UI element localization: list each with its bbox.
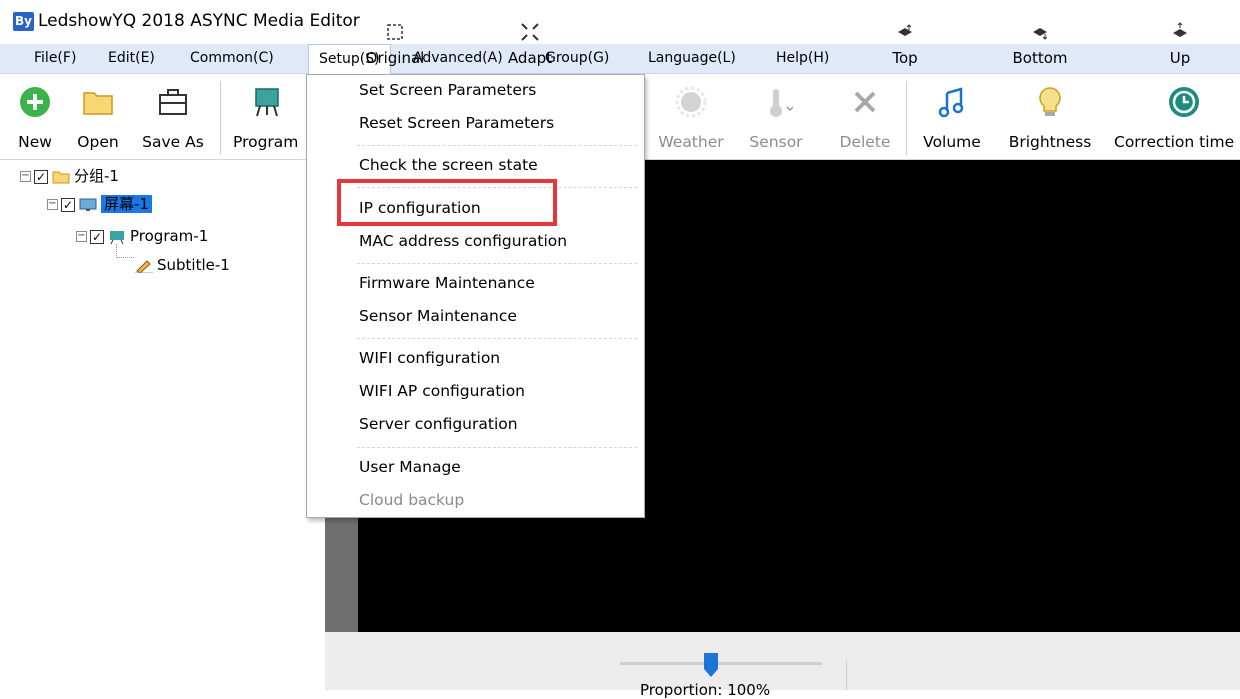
menu-item-mac-address-configuration[interactable]: MAC address configuration [359,232,567,250]
tree-node-label: 屏幕-1 [101,195,152,213]
menu-item-wifi-ap-configuration[interactable]: WIFI AP configuration [359,382,525,400]
menu-item-check-screen-state[interactable]: Check the screen state [359,156,538,174]
menu-help[interactable]: Help(H) [776,44,829,74]
menu-separator [357,145,637,146]
tree-node-label: Subtitle-1 [157,256,230,274]
layer-top-icon [898,24,912,36]
layer-up-icon [1173,22,1187,37]
menu-item-firmware-maintenance[interactable]: Firmware Maintenance [359,274,535,292]
easel-icon [255,88,279,117]
menu-language[interactable]: Language(L) [648,44,736,74]
menu-item-cloud-backup: Cloud backup [359,491,465,509]
plus-circle-icon [20,87,50,117]
menu-item-reset-screen-parameters[interactable]: Reset Screen Parameters [359,114,554,132]
menu-item-server-configuration[interactable]: Server configuration [359,415,518,433]
checkbox[interactable]: ✓ [61,197,75,212]
menu-file[interactable]: File(F) [34,44,76,74]
collapse-icon[interactable]: − [47,199,58,210]
music-note-icon [938,87,964,118]
program-button[interactable]: Program [228,75,306,160]
briefcase-icon [159,89,187,115]
zoom-slider-track[interactable] [620,662,822,665]
original-button[interactable]: Original [355,0,435,67]
x-icon [854,91,876,113]
checkbox[interactable]: ✓ [34,169,48,184]
lightbulb-icon [1039,87,1061,116]
adapt-button[interactable]: Adapt [490,0,570,67]
top-button[interactable]: Top [870,0,940,67]
collapse-icon[interactable]: − [20,171,31,182]
new-button[interactable]: New [10,75,60,160]
sun-icon [675,86,707,118]
tree-node-screen[interactable]: − ✓ 屏幕-1 [47,192,152,218]
tree-node-label: 分组-1 [74,167,119,185]
up-label: Up [1169,49,1191,67]
screen-tree: − ✓ 分组-1 − ✓ 屏幕-1 − ✓ Program-1 Subtitle-1 [0,160,325,690]
bottom-label: Bottom [1012,49,1068,67]
menu-item-sensor-maintenance[interactable]: Sensor Maintenance [359,307,517,325]
zoom-label: Proportion: 100% [640,681,771,699]
correction-time-button[interactable]: Correction time [1114,75,1240,160]
original-size-icon [387,24,403,40]
new-label: New [18,133,52,151]
up-button[interactable]: Up [1150,0,1210,67]
app-logo-icon: By [13,12,34,31]
window-title: LedshowYQ 2018 ASYNC Media Editor [38,11,360,31]
weather-label: Weather [658,133,724,151]
weather-button[interactable]: Weather [650,75,732,160]
adapt-label: Adapt [507,49,553,67]
open-label: Open [77,133,119,151]
delete-label: Delete [839,133,891,151]
bottom-toolbar [325,632,1240,690]
sensor-button[interactable]: Sensor [740,75,812,160]
tree-node-subtitle[interactable]: Subtitle-1 [135,253,230,279]
bottom-button[interactable]: Bottom [1000,0,1080,67]
original-label: Original [365,49,425,67]
thermometer-icon [770,89,793,117]
highlight-box [337,179,557,226]
folder-icon [83,92,113,115]
program-label: Program [233,133,299,151]
delete-button[interactable]: Delete [830,75,900,160]
zoom-slider-thumb[interactable] [703,652,719,678]
setup-dropdown-menu: Set Screen Parameters Reset Screen Param… [306,74,645,518]
monitor-icon [79,198,97,211]
tree-node-group[interactable]: − ✓ 分组-1 [20,164,119,190]
open-button[interactable]: Open [70,75,126,160]
bottom-separator [846,660,847,690]
save-as-label: Save As [142,133,204,151]
menu-item-wifi-configuration[interactable]: WIFI configuration [359,349,500,367]
correction-time-label: Correction time [1114,133,1235,151]
pencil-icon [135,259,153,273]
sensor-label: Sensor [749,133,803,151]
easel-icon [110,230,124,244]
tree-node-program[interactable]: − ✓ Program-1 [76,224,208,250]
brightness-label: Brightness [1008,133,1092,151]
top-label: Top [892,49,918,67]
menu-common[interactable]: Common(C) [190,44,274,74]
menu-separator [357,263,637,264]
layer-bottom-icon [1033,28,1048,40]
tree-connector [116,244,134,258]
folder-icon [52,171,70,183]
toolbar-separator [220,81,221,155]
toolbar-separator [906,81,907,155]
menu-separator [357,338,637,339]
menu-item-user-manage[interactable]: User Manage [359,458,461,476]
checkbox[interactable]: ✓ [90,229,104,244]
menu-edit[interactable]: Edit(E) [108,44,155,74]
save-as-button[interactable]: Save As [136,75,210,160]
tree-node-label: Program-1 [130,227,209,245]
volume-button[interactable]: Volume [914,75,990,160]
clock-icon [1169,87,1199,117]
volume-label: Volume [923,133,981,151]
fit-icon [521,23,539,41]
menu-separator [357,447,637,448]
collapse-icon[interactable]: − [76,231,87,242]
menu-item-set-screen-parameters[interactable]: Set Screen Parameters [359,81,536,99]
brightness-button[interactable]: Brightness [1000,75,1100,160]
